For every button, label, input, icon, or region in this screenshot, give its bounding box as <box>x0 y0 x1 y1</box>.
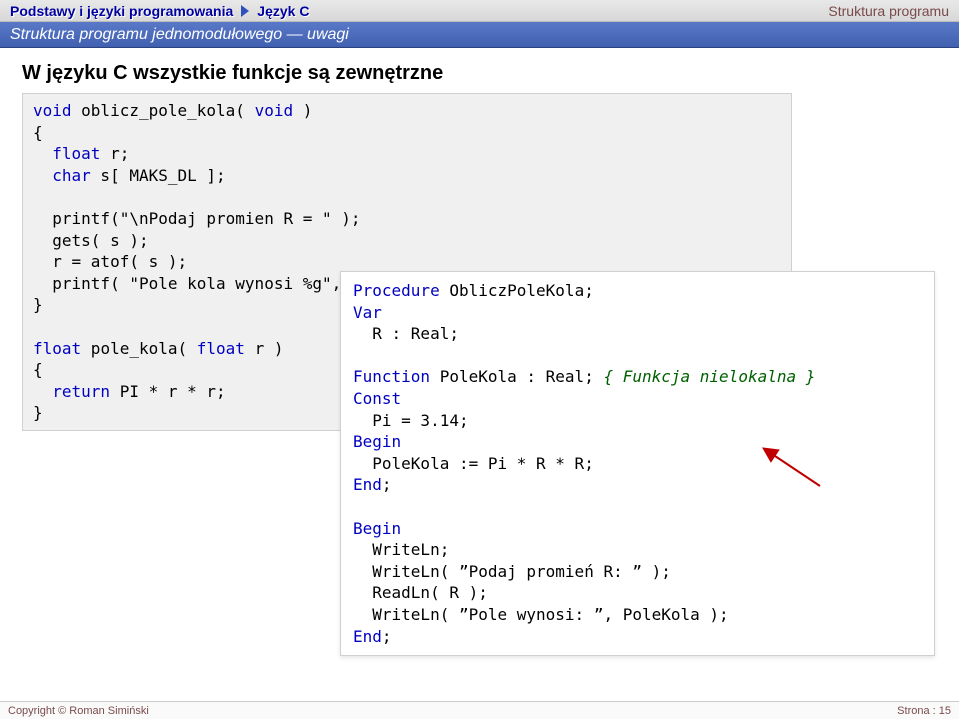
code-text: { <box>33 360 43 379</box>
page-number: Strona : 15 <box>897 705 951 717</box>
code-text: s[ MAKS_DL ]; <box>91 166 226 185</box>
kw-function: Function <box>353 367 430 386</box>
kw-char: char <box>52 166 91 185</box>
kw-var: Var <box>353 303 382 322</box>
code-text: { <box>33 123 43 142</box>
code-text <box>33 144 52 163</box>
content-area: void oblicz_pole_kola( void ) { float r;… <box>0 93 959 431</box>
copyright: Copyright © Roman Simiński <box>8 705 149 717</box>
pascal-comment: { Funkcja nielokalna } <box>603 367 815 386</box>
code-text: R : Real; <box>353 324 459 343</box>
code-text: r = atof( s ); <box>33 252 187 271</box>
kw-const: Const <box>353 389 401 408</box>
kw-begin: Begin <box>353 432 401 451</box>
chevron-right-icon <box>241 5 249 17</box>
code-text: r ) <box>245 339 284 358</box>
header-section: Struktura programu <box>828 3 953 19</box>
code-text: ; <box>382 475 392 494</box>
kw-void: void <box>255 101 294 120</box>
code-text: WriteLn( ”Pole wynosi: ”, PoleKola ); <box>353 605 729 624</box>
code-text: WriteLn( ”Podaj promień R: ” ); <box>353 562 671 581</box>
kw-end: End <box>353 627 382 646</box>
code-text: PoleKola := Pi * R * R; <box>353 454 594 473</box>
code-text: Pi = 3.14; <box>353 411 469 430</box>
kw-return: return <box>52 382 110 401</box>
footer: Copyright © Roman Simiński Strona : 15 <box>0 701 959 719</box>
kw-procedure: Procedure <box>353 281 440 300</box>
code-text: PoleKola : Real; <box>430 367 603 386</box>
slide-title: W języku C wszystkie funkcje są zewnętrz… <box>0 48 959 93</box>
kw-float: float <box>33 339 81 358</box>
code-text: oblicz_pole_kola( <box>72 101 255 120</box>
code-text: ; <box>382 627 392 646</box>
code-text: } <box>33 403 43 422</box>
code-text: ReadLn( R ); <box>353 583 488 602</box>
kw-begin: Begin <box>353 519 401 538</box>
breadcrumb-1: Podstawy i języki programowania <box>6 3 237 19</box>
breadcrumb-2: Język C <box>253 3 313 19</box>
code-text: WriteLn; <box>353 540 449 559</box>
kw-void: void <box>33 101 72 120</box>
kw-float: float <box>197 339 245 358</box>
code-text <box>33 166 52 185</box>
code-text: printf("\nPodaj promien R = " ); <box>33 209 361 228</box>
code-text: ) <box>293 101 312 120</box>
pascal-code-block: Procedure ObliczPoleKola; Var R : Real; … <box>340 271 935 656</box>
code-text: pole_kola( <box>81 339 197 358</box>
code-text: PI * r * r; <box>110 382 226 401</box>
code-text: r; <box>100 144 129 163</box>
breadcrumb-bar: Podstawy i języki programowania Język C … <box>0 0 959 22</box>
code-text: ObliczPoleKola; <box>440 281 594 300</box>
kw-end: End <box>353 475 382 494</box>
kw-float: float <box>52 144 100 163</box>
code-text: } <box>33 295 43 314</box>
code-text <box>33 382 52 401</box>
code-text: gets( s ); <box>33 231 149 250</box>
slide-subtitle: Struktura programu jednomodułowego — uwa… <box>0 22 959 48</box>
